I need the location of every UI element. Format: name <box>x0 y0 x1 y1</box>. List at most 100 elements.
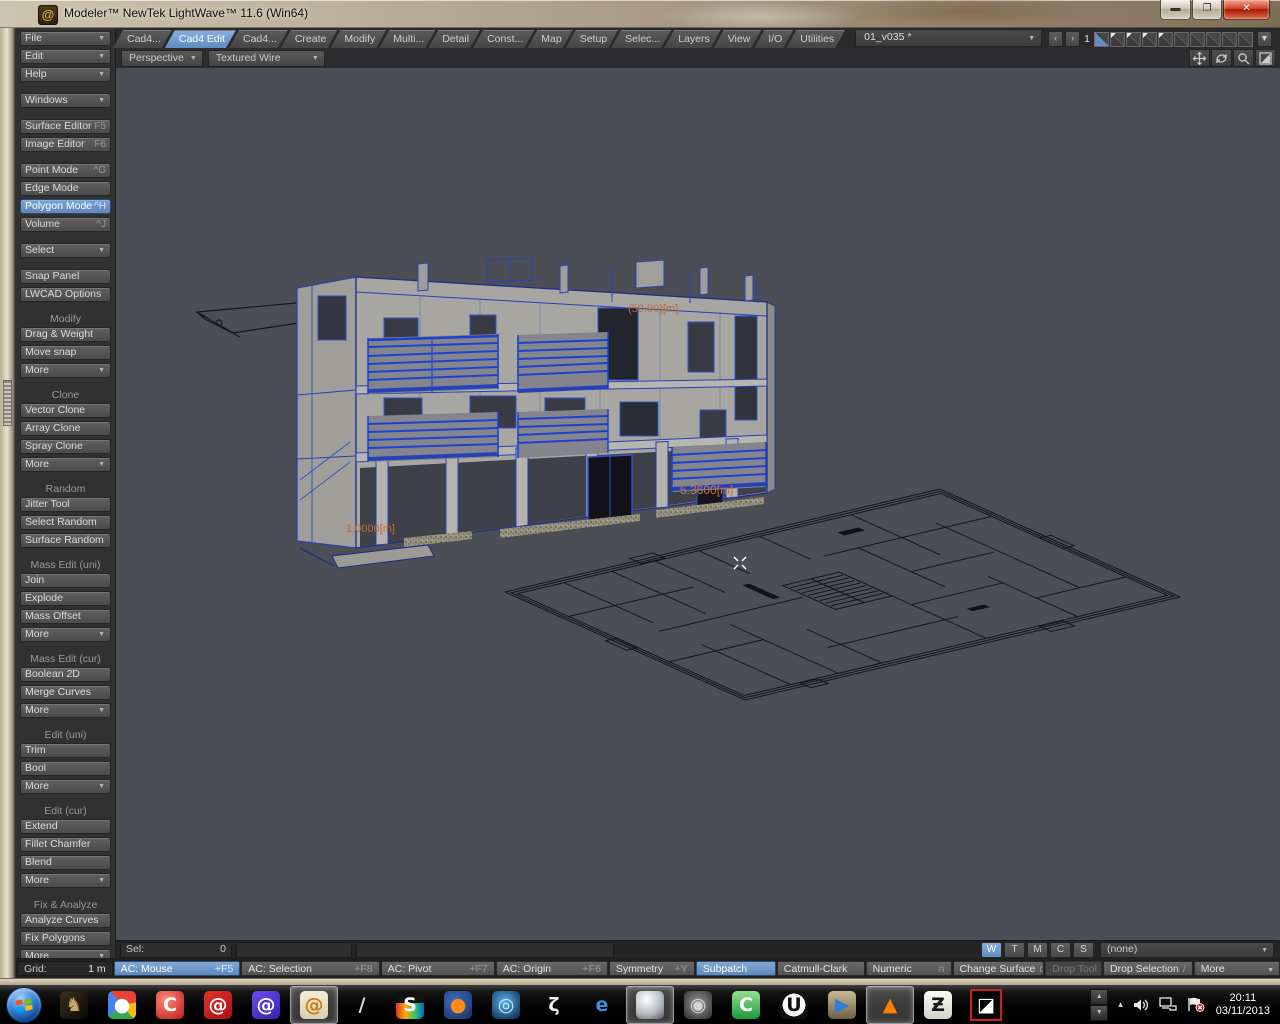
network-icon[interactable] <box>1159 997 1178 1012</box>
layer-slot[interactable] <box>1222 32 1237 47</box>
layer-slot[interactable] <box>1094 32 1109 47</box>
menu-tab[interactable]: Detail <box>428 30 480 48</box>
layer-slot[interactable] <box>1238 32 1253 47</box>
menu-tab[interactable]: View <box>714 30 762 48</box>
sidebar-item[interactable]: Explode <box>20 591 111 606</box>
tray-scroll-down-button[interactable]: ▼ <box>1090 1005 1108 1021</box>
sidebar-item[interactable]: Image Editor F6 <box>20 137 111 152</box>
object-selector-dropdown[interactable]: 01_v035 * <box>855 29 1042 47</box>
sidebar-item[interactable]: Surface Random <box>20 533 111 548</box>
start-button[interactable] <box>6 987 42 1023</box>
sidebar-item[interactable]: Snap Panel <box>20 269 111 284</box>
subpatch-button[interactable]: Subpatch <box>696 961 776 976</box>
change-surface-button[interactable]: Change Surface q <box>953 961 1045 976</box>
layer-slot[interactable] <box>1174 32 1189 47</box>
symmetry-button[interactable]: Symmetry +Y <box>609 961 695 976</box>
sidebar-item[interactable]: Move snap <box>20 345 111 360</box>
gray-ring-icon[interactable]: ◉ <box>674 986 722 1024</box>
sidebar-item[interactable]: Jitter Tool <box>20 497 111 512</box>
ccleaner-icon[interactable]: C <box>146 986 194 1024</box>
lightwave-purple-icon[interactable]: @ <box>242 986 290 1024</box>
menu-tab[interactable]: Create <box>281 30 338 48</box>
sphere-icon[interactable] <box>626 986 674 1024</box>
cube-icon[interactable]: ◪ <box>962 986 1010 1024</box>
more-button[interactable]: More <box>1194 961 1280 976</box>
visibility-toggle-button[interactable]: M <box>1027 942 1048 958</box>
layer-bank-dropdown[interactable]: ▼ <box>1257 31 1272 47</box>
layer-slot[interactable] <box>1126 32 1141 47</box>
layer-slot[interactable] <box>1158 32 1173 47</box>
sidebar-item[interactable]: Mass Offset <box>20 609 111 624</box>
sidebar-item[interactable]: Extend <box>20 819 111 834</box>
lightwave-layout-icon[interactable]: @ <box>194 986 242 1024</box>
numeric-button[interactable]: Numeric n <box>866 961 952 976</box>
sidebar-item[interactable]: More <box>20 779 111 794</box>
menu-tab[interactable]: Cad4... <box>229 30 288 48</box>
maximize-button[interactable]: ❐ <box>1192 0 1222 20</box>
show-hidden-icons-button[interactable]: ▴ <box>1118 999 1123 1010</box>
sidebar-item[interactable]: Help <box>20 67 111 82</box>
sidebar-item[interactable]: Bool <box>20 761 111 776</box>
minimize-button[interactable]: ▬ <box>1160 0 1191 20</box>
sidebar-item[interactable]: Spray Clone <box>20 439 111 454</box>
action-center-origin-button[interactable]: AC: Origin +F6 <box>496 961 608 976</box>
layer-slot[interactable] <box>1190 32 1205 47</box>
sidebar-item[interactable]: Windows <box>20 93 111 108</box>
visibility-toggle-button[interactable]: T <box>1004 942 1025 958</box>
action-center-mouse-button[interactable]: AC: Mouse +F5 <box>114 961 241 976</box>
sidebar-item[interactable]: More <box>20 363 111 378</box>
menu-tab[interactable]: Setup <box>566 30 618 48</box>
vlc-icon[interactable]: ▲ <box>866 986 914 1024</box>
sidebar-item[interactable]: Select Random <box>20 515 111 530</box>
sidebar-item[interactable]: Drag & Weight <box>20 327 111 342</box>
layer-slot[interactable] <box>1206 32 1221 47</box>
sidebar-item[interactable]: Boolean 2D <box>20 667 111 682</box>
gecko-icon[interactable]: ζ <box>530 986 578 1024</box>
pan-icon[interactable] <box>1189 49 1210 67</box>
sidebar-item[interactable]: File <box>20 31 111 46</box>
microphone-icon[interactable]: / <box>338 986 386 1024</box>
sidebar-item[interactable]: More <box>20 627 111 642</box>
taskbar-clock[interactable]: 20:11 03/11/2013 <box>1216 992 1270 1018</box>
prev-layer-button[interactable]: ‹ <box>1048 31 1063 47</box>
sidebar-item[interactable]: Edit <box>20 49 111 64</box>
action-center-pivot-button[interactable]: AC: Pivot +F7 <box>381 961 495 976</box>
action-center-icon[interactable] <box>1187 997 1205 1012</box>
sidebar-item[interactable]: More <box>20 457 111 472</box>
internet-explorer-icon[interactable]: e <box>578 986 626 1024</box>
sidebar-item[interactable]: More <box>20 873 111 888</box>
visibility-toggle-button[interactable]: C <box>1050 942 1071 958</box>
perspective-viewport[interactable]: (50.00)[m] 5.3600[m] 1.0000[m] <box>116 68 1280 940</box>
sidebar-item[interactable]: Point Mode ^G <box>20 163 111 178</box>
sidebar-item[interactable]: Edge Mode <box>20 181 111 196</box>
drop-selection-button[interactable]: Drop Selection / <box>1103 961 1193 976</box>
zoom-icon[interactable] <box>1233 49 1254 67</box>
menu-tab[interactable]: Map <box>527 30 572 48</box>
menu-tab[interactable]: Multi... <box>379 30 435 48</box>
surface-selector-dropdown[interactable]: (none) <box>1100 942 1274 958</box>
menu-tab[interactable]: Cad4... <box>113 30 172 48</box>
bittorrent-icon[interactable]: C <box>722 986 770 1024</box>
menu-tab[interactable]: Cad4 Edit <box>165 30 236 48</box>
modeler-taskbar-icon[interactable]: @ <box>290 986 338 1024</box>
sidebar-item[interactable]: Volume ^J <box>20 217 111 232</box>
menu-tab[interactable]: I/O <box>754 30 793 48</box>
sidebar-item[interactable]: More <box>20 703 111 718</box>
sidebar-item[interactable]: Analyze Curves <box>20 913 111 928</box>
sidebar-item[interactable]: Blend <box>20 855 111 870</box>
sidebar-item[interactable]: Vector Clone <box>20 403 111 418</box>
sidebar-item[interactable]: Surface Editor F5 <box>20 119 111 134</box>
next-layer-button[interactable]: › <box>1065 31 1080 47</box>
visibility-toggle-button[interactable]: S <box>1073 942 1094 958</box>
media-player-icon[interactable]: ◎ <box>482 986 530 1024</box>
sidebar-item[interactable]: Polygon Mode ^H <box>20 199 111 214</box>
drop-tool-button[interactable]: Drop Tool <box>1045 961 1102 976</box>
sidebar-item[interactable]: Array Clone <box>20 421 111 436</box>
sidebar-item[interactable]: Fillet Chamfer <box>20 837 111 852</box>
grid-size-field[interactable]: Grid: 1 m <box>17 961 113 976</box>
visibility-toggle-button[interactable]: W <box>981 942 1002 958</box>
photo-viewer-icon[interactable]: ▶ <box>818 986 866 1024</box>
rotate-icon[interactable] <box>1211 49 1232 67</box>
layer-slot[interactable] <box>1142 32 1157 47</box>
menu-tab[interactable]: Selec... <box>611 30 671 48</box>
